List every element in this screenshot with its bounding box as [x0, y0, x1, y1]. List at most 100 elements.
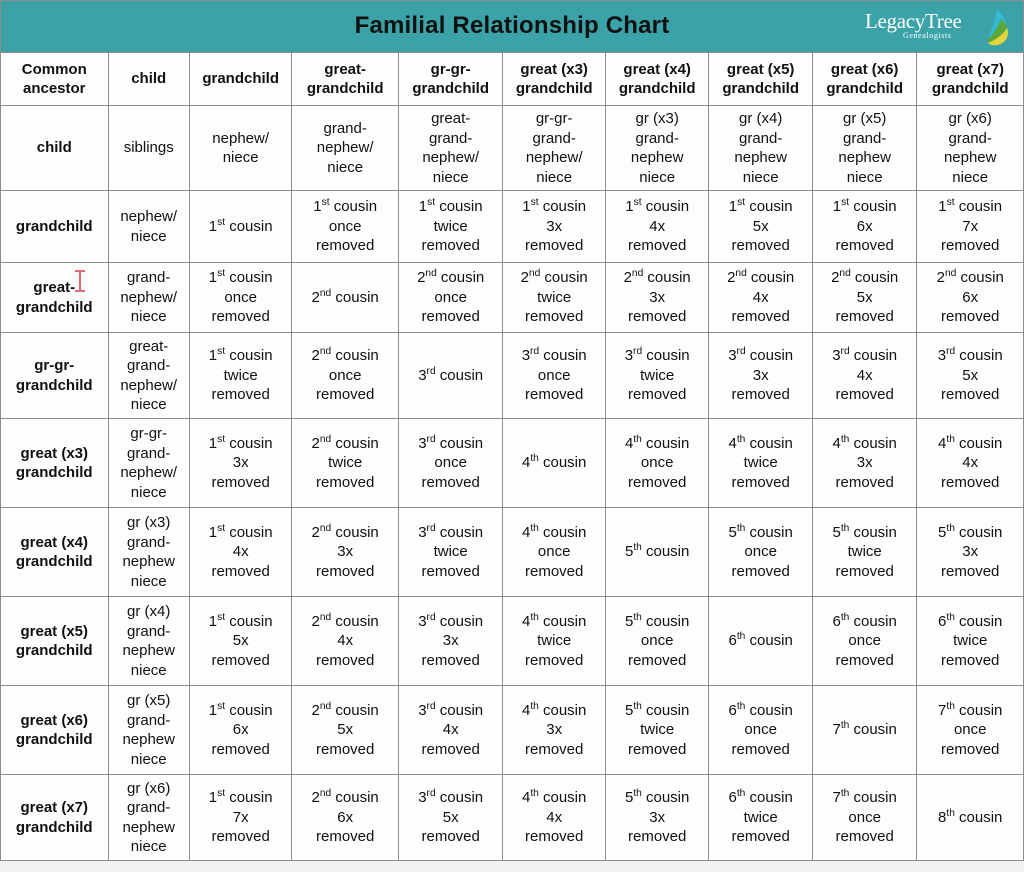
relationship-cell: 1st cousin 7x removed — [916, 190, 1024, 263]
relationship-cell: 3rd cousin 3x removed — [397, 596, 504, 686]
relationship-cell: 6th cousin — [708, 596, 813, 686]
relationship-cell: 1st cousin 6x removed — [811, 190, 918, 263]
relationship-cell: 3rd cousin 5x removed — [916, 332, 1024, 419]
relationship-cell: 4th cousin 3x removed — [811, 418, 918, 508]
table-row: great (x3) grandchild gr-gr-grand-nephew/n… — [0, 418, 1024, 508]
relationship-cell: 2nd cousin — [291, 262, 399, 333]
relationship-cell: 7th cousin — [811, 685, 918, 775]
column-header-cell: great (x6) grandchild — [811, 52, 918, 106]
relationship-cell: 1st cousin once removed — [291, 190, 399, 263]
table-row: gr-gr-grandchild great-grand-nephew/niece… — [0, 332, 1024, 419]
relationship-cell: 5th cousin once removed — [604, 596, 710, 686]
relationship-cell: 2nd cousin 3x removed — [604, 262, 710, 333]
relationship-cell: 2nd cousin once removed — [291, 332, 399, 419]
relationship-cell: 7th cousin once removed — [811, 774, 918, 861]
relationship-cell: 1st cousin 3x removed — [502, 190, 606, 263]
column-header-cell: great (x7) grandchild — [916, 52, 1024, 106]
leaf-icon — [987, 10, 1008, 46]
relationship-cell: gr-gr-grand-nephew/niece — [107, 418, 190, 508]
column-header-cell: great (x3) grandchild — [502, 52, 606, 106]
relationship-cell: 1st cousin twice removed — [188, 332, 293, 419]
relationship-chart-page: Familial Relationship Chart LegacyTree G… — [0, 0, 1024, 872]
relationship-cell: 4th cousin 4x removed — [916, 418, 1024, 508]
relationship-cell: 1st cousin 5x removed — [708, 190, 813, 263]
relationship-cell: 3rd cousin twice removed — [397, 507, 504, 597]
relationship-cell: grand-nephew/niece — [291, 105, 399, 191]
column-header-cell: gr-gr-grandchild — [397, 52, 504, 106]
relationship-cell: 3rd cousin once removed — [502, 332, 606, 419]
row-header-cell: great (x7) grandchild — [0, 774, 109, 861]
relationship-cell: siblings — [107, 105, 190, 191]
relationship-cell: 1st cousin 7x removed — [188, 774, 293, 861]
table-header: Common ancestor child grandchild great-gr… — [0, 52, 1024, 106]
relationship-cell: gr (x5) grand-nephew niece — [811, 105, 918, 191]
relationship-cell: 1st cousin twice removed — [397, 190, 504, 263]
relationship-cell: 1st cousin — [188, 190, 293, 263]
relationship-cell: gr-gr-grand-nephew/niece — [502, 105, 606, 191]
table-body: child siblings nephew/niece grand-nephew/ni… — [0, 105, 1024, 861]
relationship-cell: 4th cousin once removed — [604, 418, 710, 508]
relationship-cell: 3rd cousin once removed — [397, 418, 504, 508]
corner-header-cell: Common ancestor — [0, 52, 109, 106]
relationship-cell: nephew/niece — [188, 105, 293, 191]
relationship-cell: 1st cousin 5x removed — [188, 596, 293, 686]
row-header-cell: great (x6) grandchild — [0, 685, 109, 775]
column-header-cell: great-grandchild — [291, 52, 399, 106]
row-header-cell: child — [0, 105, 109, 191]
column-header-cell: great (x4) grandchild — [604, 52, 710, 106]
column-header-cell: great (x5) grandchild — [708, 52, 813, 106]
column-header-cell: grandchild — [188, 52, 293, 106]
relationship-cell: 4th cousin 3x removed — [502, 685, 606, 775]
relationship-cell: gr (x4) grand-nephew niece — [708, 105, 813, 191]
header-row: Common ancestor child grandchild great-gr… — [0, 52, 1024, 106]
relationship-cell: 6th cousin twice removed — [916, 596, 1024, 686]
relationship-cell: 8th cousin — [916, 774, 1024, 861]
table-row: great (x5) grandchild gr (x4) grand-nephew n… — [0, 596, 1024, 686]
relationship-cell: gr (x6) grand-nephew niece — [916, 105, 1024, 191]
familial-relationship-table: Common ancestor child grandchild great-gr… — [0, 52, 1024, 861]
relationship-cell: 2nd cousin 6x removed — [916, 262, 1024, 333]
relationship-cell: 2nd cousin 5x removed — [811, 262, 918, 333]
relationship-cell: 4th cousin twice removed — [502, 596, 606, 686]
table-row: grandchild nephew/niece 1st cousin 1st cous… — [0, 190, 1024, 263]
legacytree-logo[interactable]: LegacyTree Genealogists — [865, 7, 1013, 49]
relationship-cell: 4th cousin twice removed — [708, 418, 813, 508]
relationship-cell: gr (x5) grand-nephew niece — [107, 685, 190, 775]
relationship-cell: 6th cousin twice removed — [708, 774, 813, 861]
relationship-cell: 2nd cousin once removed — [397, 262, 504, 333]
relationship-cell: 1st cousin 4x removed — [188, 507, 293, 597]
relationship-cell: gr (x4) grand-nephew niece — [107, 596, 190, 686]
relationship-cell: gr (x3) grand-nephew niece — [107, 507, 190, 597]
relationship-cell: 2nd cousin 3x removed — [291, 507, 399, 597]
table-row: great (x6) grandchild gr (x5) grand-nephew n… — [0, 685, 1024, 775]
relationship-cell: 4th cousin — [502, 418, 606, 508]
relationship-cell: 1st cousin once removed — [188, 262, 293, 333]
relationship-cell: 6th cousin once removed — [708, 685, 813, 775]
relationship-cell: 5th cousin — [604, 507, 710, 597]
chart-title-bar: Familial Relationship Chart LegacyTree G… — [0, 0, 1024, 53]
relationship-cell: 5th cousin 3x removed — [604, 774, 710, 861]
relationship-cell: 6th cousin once removed — [811, 596, 918, 686]
relationship-cell: gr (x6) grand-nephew niece — [107, 774, 190, 861]
table-row: great (x7) grandchild gr (x6) grand-nephew n… — [0, 774, 1024, 861]
relationship-cell: 1st cousin 6x removed — [188, 685, 293, 775]
relationship-cell: 3rd cousin 5x removed — [397, 774, 504, 861]
relationship-cell: 5th cousin once removed — [708, 507, 813, 597]
relationship-cell: 3rd cousin 4x removed — [397, 685, 504, 775]
relationship-cell: 3rd cousin — [397, 332, 504, 419]
relationship-cell: 2nd cousin twice removed — [502, 262, 606, 333]
relationship-cell: great-grand-nephew/niece — [397, 105, 504, 191]
row-header-cell: great (x4) grandchild — [0, 507, 109, 597]
relationship-cell: 3rd cousin 3x removed — [708, 332, 813, 419]
relationship-cell: gr (x3) grand-nephew niece — [604, 105, 710, 191]
row-header-cell: great (x3) grandchild — [0, 418, 109, 508]
table-row: child siblings nephew/niece grand-nephew/ni… — [0, 105, 1024, 191]
table-row: great-grandchild grand-nephew/niece 1st co… — [0, 262, 1024, 333]
row-header-cell: great (x5) grandchild — [0, 596, 109, 686]
relationship-cell: 4th cousin 4x removed — [502, 774, 606, 861]
column-header-cell: child — [107, 52, 190, 106]
row-header-cell: gr-gr-grandchild — [0, 332, 109, 419]
relationship-cell: 2nd cousin 4x removed — [708, 262, 813, 333]
relationship-cell: nephew/niece — [107, 190, 190, 263]
relationship-cell: 2nd cousin 6x removed — [291, 774, 399, 861]
